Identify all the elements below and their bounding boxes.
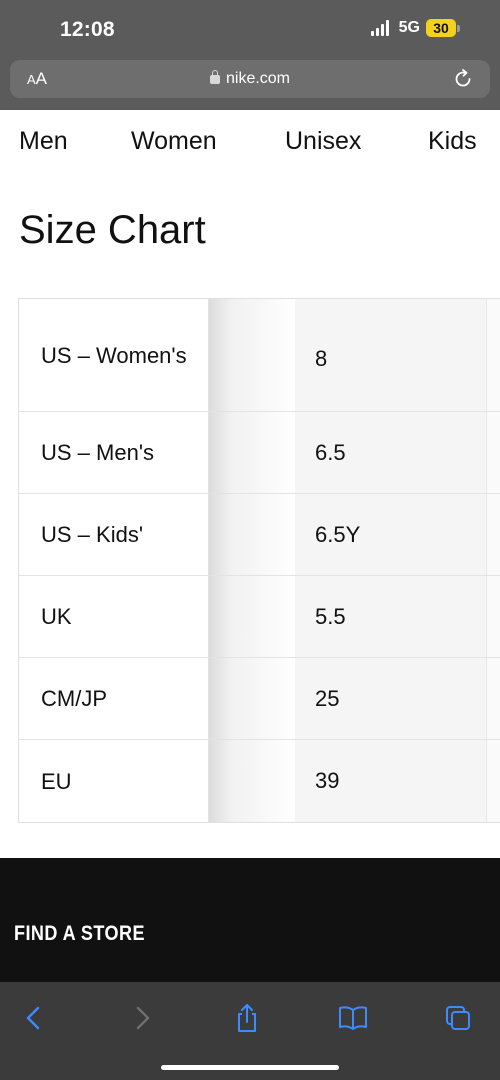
tabs-button[interactable] xyxy=(440,1000,476,1036)
table-row: US – Men's 6.5 xyxy=(19,412,500,494)
reload-icon[interactable] xyxy=(452,68,474,90)
url-display[interactable]: nike.com xyxy=(10,70,490,88)
status-indicators: 5G 30 xyxy=(370,19,460,37)
size-chart-table: US – Women's 8 US – Men's 6.5 US – Kids'… xyxy=(18,298,500,823)
row-label: US – Women's xyxy=(19,299,209,411)
tab-men[interactable]: Men xyxy=(19,127,68,156)
category-tabs: Men Women Unisex Kids xyxy=(0,127,500,163)
url-text: nike.com xyxy=(225,70,291,87)
battery-level: 30 xyxy=(426,19,456,37)
bookmarks-button[interactable] xyxy=(335,1000,371,1036)
bookmarks-icon xyxy=(339,1006,367,1030)
row-value: 25 xyxy=(295,658,487,739)
tabs-icon xyxy=(446,1006,470,1030)
row-label: US – Kids' xyxy=(19,494,209,575)
status-time: 12:08 xyxy=(60,18,115,41)
share-button[interactable] xyxy=(229,1000,265,1036)
tab-women[interactable]: Women xyxy=(131,127,217,156)
tab-unisex[interactable]: Unisex xyxy=(285,127,361,156)
table-row: US – Women's 8 xyxy=(19,299,500,412)
row-label: UK xyxy=(19,576,209,657)
browser-top-chrome: 12:08 5G 30 AA nike.com xyxy=(0,0,500,110)
battery-icon: 30 xyxy=(426,19,460,37)
row-value: 39 xyxy=(295,740,487,822)
forward-button[interactable] xyxy=(124,1000,160,1036)
cellular-signal-icon xyxy=(370,20,389,36)
site-footer: FIND A STORE xyxy=(0,858,500,982)
page-title: Size Chart xyxy=(19,208,206,252)
back-button[interactable] xyxy=(16,1000,52,1036)
home-indicator xyxy=(161,1065,339,1070)
row-value: 8 xyxy=(295,299,487,411)
table-row: UK 5.5 xyxy=(19,576,500,658)
forward-icon xyxy=(136,1006,150,1030)
row-label: US – Men's xyxy=(19,412,209,493)
row-value: 6.5 xyxy=(295,412,487,493)
network-type: 5G xyxy=(398,19,420,36)
table-row: EU 39 xyxy=(19,740,500,822)
table-row: CM/JP 25 xyxy=(19,658,500,740)
share-icon xyxy=(238,1004,256,1032)
row-label: EU xyxy=(19,740,209,822)
row-value: 5.5 xyxy=(295,576,487,657)
lock-icon xyxy=(209,70,220,84)
tab-kids[interactable]: Kids xyxy=(428,127,477,156)
row-value: 6.5Y xyxy=(295,494,487,575)
row-label: CM/JP xyxy=(19,658,209,739)
back-icon xyxy=(26,1006,40,1030)
find-store-link[interactable]: FIND A STORE xyxy=(14,922,145,946)
address-bar[interactable]: AA nike.com xyxy=(10,60,490,98)
table-row: US – Kids' 6.5Y xyxy=(19,494,500,576)
